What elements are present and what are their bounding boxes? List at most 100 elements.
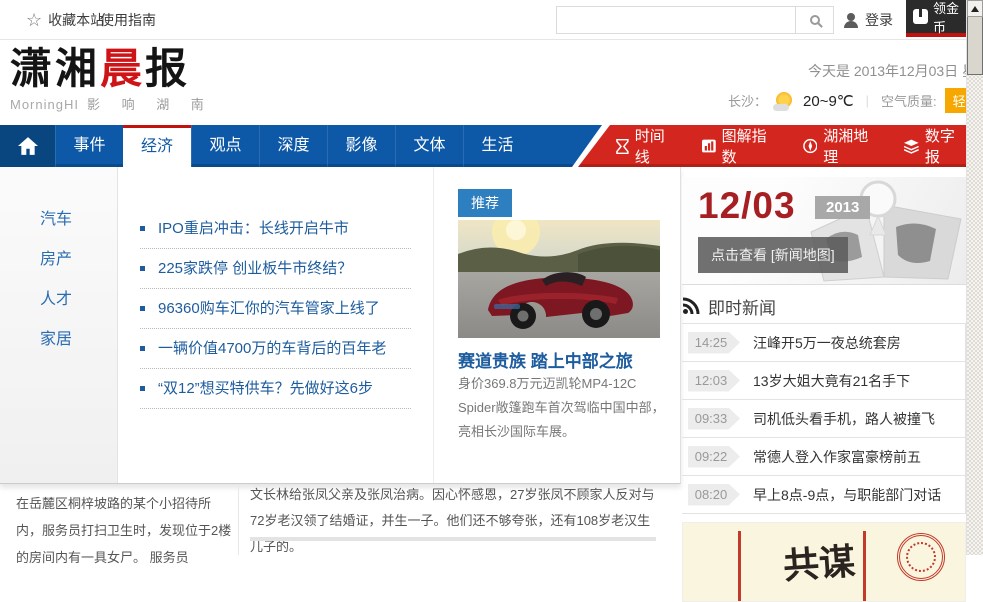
instant-news-list: 14:25 汪峰开5万一夜总统套房 12:03 13岁大姐大竟有21名手下 09… xyxy=(682,323,966,514)
tab-life[interactable]: 生活 xyxy=(463,125,531,167)
article-separator xyxy=(250,537,656,541)
logo-red-char: 晨 xyxy=(100,44,145,93)
dropdown-link[interactable]: “双12”想买特供车？先做好这6步 xyxy=(140,369,411,409)
article-snippet-right: 文长林给张凤父亲及张凤治病。因心怀感恩，27岁张凤不顾家人反对与72岁老汉领了结… xyxy=(250,482,660,560)
get-coins-label: 领金币 xyxy=(933,0,966,36)
city-label: 长沙： xyxy=(728,91,767,110)
layers-icon xyxy=(904,139,919,154)
get-coins-button[interactable]: 领金币 xyxy=(906,0,966,37)
home-button[interactable] xyxy=(0,125,55,167)
secondary-nav: 时间线 图解指数 湖湘地理 数字报 xyxy=(578,125,966,167)
nav-geography-label: 湖湘地理 xyxy=(823,125,878,167)
dropdown-link-list: IPO重启冲击：长线开启牛市 225家跌停 创业板牛市终结？ 96360购车汇你… xyxy=(118,209,433,409)
column-divider xyxy=(238,484,239,555)
news-map-button[interactable]: 点击查看 [新闻地图] xyxy=(698,237,848,273)
logo-part1: 潇湘 xyxy=(10,44,100,93)
category-real-estate[interactable]: 房产 xyxy=(40,245,100,271)
economy-dropdown-panel: 汽车 房产 人才 家居 IPO重启冲击：长线开启牛市 225家跌停 创业板牛市终… xyxy=(0,167,681,484)
news-item[interactable]: 12:03 13岁大姐大竟有21名手下 xyxy=(682,362,965,400)
search-input[interactable] xyxy=(557,7,795,33)
usage-guide-label: 使用指南 xyxy=(100,10,156,30)
nav-chart-index[interactable]: 图解指数 xyxy=(702,125,777,167)
tab-economy[interactable]: 经济 xyxy=(123,125,191,167)
logo-slogan: MorningHI 影 响 湖 南 xyxy=(10,94,213,113)
news-time-badge: 09:33 xyxy=(688,408,740,430)
logo-english: MorningHI xyxy=(10,97,79,112)
news-time-badge: 08:20 xyxy=(688,484,740,506)
news-item-title: 司机低头看手机，路人被撞飞 xyxy=(753,409,935,429)
login-link[interactable]: 登录 xyxy=(843,0,893,40)
site-header: 潇湘晨报 MorningHI影 响 湖 南 今天是 2013年12月03日 星期… xyxy=(0,41,966,125)
bar-chart-icon xyxy=(702,139,716,153)
news-item-title: 早上8点-9点，与职能部门对话 xyxy=(753,485,941,505)
user-icon xyxy=(843,13,859,28)
ad-tower-graphic xyxy=(863,531,866,601)
favorite-site-label: 收藏本站 xyxy=(48,10,104,30)
weather-divider: | xyxy=(866,93,869,108)
favorite-site-link[interactable]: ☆ 收藏本站 xyxy=(26,0,104,40)
nav-tabs: 事件 经济 观点 深度 影像 文体 生活 xyxy=(55,125,531,167)
site-logo[interactable]: 潇湘晨报 MorningHI 影 响 湖 南 xyxy=(10,46,213,113)
ad-tower-graphic xyxy=(738,531,741,601)
logo-title: 潇湘晨报 xyxy=(10,46,213,92)
ad-banner[interactable]: 共谋 xyxy=(682,522,966,602)
nav-timeline-label: 时间线 xyxy=(635,125,676,167)
rss-icon xyxy=(682,297,700,315)
search-icon xyxy=(810,15,820,25)
star-icon: ☆ xyxy=(26,11,42,29)
news-time-badge: 14:25 xyxy=(688,332,740,354)
scrollbar-up-button[interactable] xyxy=(967,0,983,17)
category-cars[interactable]: 汽车 xyxy=(40,205,100,231)
ad-medallion-graphic xyxy=(897,533,945,581)
category-talent[interactable]: 人才 xyxy=(40,285,100,311)
news-item[interactable]: 09:33 司机低头看手机，路人被撞飞 xyxy=(682,400,965,438)
search-button[interactable] xyxy=(795,7,833,33)
category-home[interactable]: 家居 xyxy=(40,325,100,351)
tab-images[interactable]: 影像 xyxy=(327,125,395,167)
article-snippet-left: 在岳麓区桐梓坡路的某个小招待所内，服务员打扫卫生时，发现位于2楼的房间内有一具女… xyxy=(16,490,236,571)
air-quality-label: 空气质量: xyxy=(881,91,937,110)
topbar: ☆ 收藏本站 使用指南 登录 领金币 xyxy=(0,0,966,40)
login-label: 登录 xyxy=(865,10,893,30)
dropdown-link[interactable]: 一辆价值4700万的车背后的百年老 xyxy=(140,329,411,369)
dropdown-sidebar: 汽车 房产 人才 家居 xyxy=(0,167,118,483)
scrollbar-thumb[interactable] xyxy=(967,17,983,75)
nav-timeline[interactable]: 时间线 xyxy=(616,125,676,167)
car-photo-illustration xyxy=(458,220,660,338)
news-time-badge: 12:03 xyxy=(688,370,740,392)
nav-chart-index-label: 图解指数 xyxy=(722,125,777,167)
logo-slogan-cn: 影 响 湖 南 xyxy=(87,97,213,112)
compass-icon xyxy=(803,138,818,154)
temperature-value: 20~9℃ xyxy=(803,92,854,110)
sun-cloud-icon xyxy=(773,91,797,111)
tab-events[interactable]: 事件 xyxy=(55,125,123,167)
air-quality-badge[interactable]: 轻度污染 xyxy=(945,88,966,113)
tab-depth[interactable]: 深度 xyxy=(259,125,327,167)
hourglass-icon xyxy=(616,139,629,154)
nav-geography[interactable]: 湖湘地理 xyxy=(803,125,879,167)
dropdown-link[interactable]: 96360购车汇你的汽车管家上线了 xyxy=(140,289,411,329)
nav-digital-paper-label: 数字报 xyxy=(925,125,966,167)
tab-opinion[interactable]: 观点 xyxy=(191,125,259,167)
news-item[interactable]: 08:20 早上8点-9点，与职能部门对话 xyxy=(682,476,965,514)
news-map-panel: 12/03 2013 点击查看 [新闻地图] xyxy=(682,177,966,285)
news-item[interactable]: 09:22 常德人登入作家富豪榜前五 xyxy=(682,438,965,476)
dropdown-link[interactable]: 225家跌停 创业板牛市终结？ xyxy=(140,249,411,289)
dropdown-link[interactable]: IPO重启冲击：长线开启牛市 xyxy=(140,209,411,249)
right-column: 12/03 2013 点击查看 [新闻地图] 即时新闻 14:25 汪峰开5万一… xyxy=(682,167,966,602)
news-time-badge: 09:22 xyxy=(688,446,740,468)
big-date: 12/03 xyxy=(698,185,796,227)
recommend-title[interactable]: 赛道贵族 踏上中部之旅 xyxy=(458,347,633,372)
nav-digital-paper[interactable]: 数字报 xyxy=(904,125,966,167)
search-box xyxy=(556,6,834,34)
instant-news-title: 即时新闻 xyxy=(708,294,776,319)
news-item[interactable]: 14:25 汪峰开5万一夜总统套房 xyxy=(682,324,965,362)
main-nav: 事件 经济 观点 深度 影像 文体 生活 xyxy=(0,125,602,167)
browser-scrollbar[interactable] xyxy=(966,0,983,555)
recommend-car-photo[interactable] xyxy=(458,220,660,338)
tab-culture-sports[interactable]: 文体 xyxy=(395,125,463,167)
recommend-badge[interactable]: 推荐 xyxy=(458,189,512,217)
coin-book-icon xyxy=(913,9,928,24)
usage-guide-link[interactable]: 使用指南 xyxy=(100,0,156,40)
weather-bar: 长沙： 20~9℃ | 空气质量: 轻度污染 xyxy=(728,88,966,113)
